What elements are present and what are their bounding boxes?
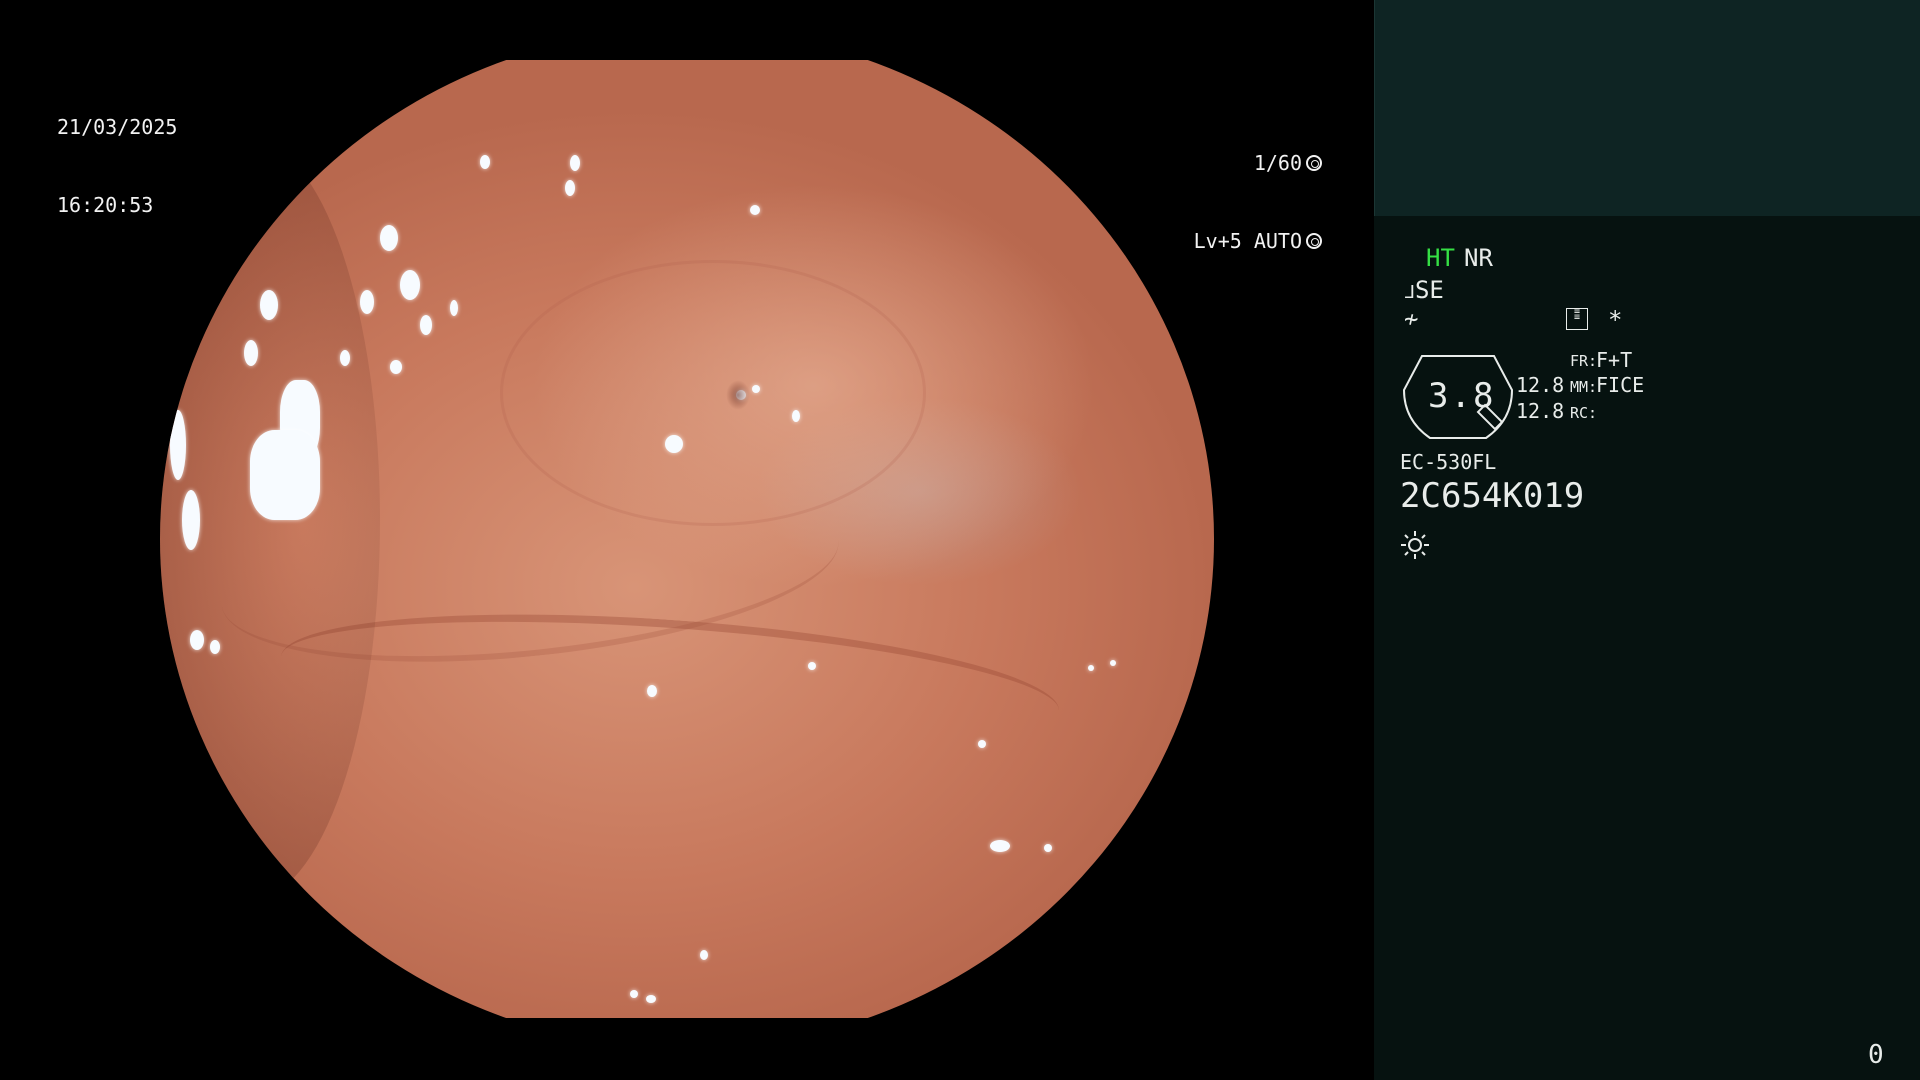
- level-row: Lv+5 AUTO: [1194, 228, 1322, 254]
- specular-highlight: [808, 662, 816, 670]
- asterisk-indicator: *: [1608, 306, 1623, 334]
- endoscope-video-area: 21/03/2025 16:20:53 1/60 Lv+5 AUTO: [0, 0, 1374, 1080]
- panel-body-area: [1374, 216, 1920, 1080]
- date-text: 21/03/2025: [57, 115, 178, 139]
- specular-highlight: [182, 490, 200, 550]
- lamp-icon: [1401, 531, 1429, 559]
- light-sensor-icon: ᒧ: [1404, 282, 1415, 303]
- exposure-info: 1/60 Lv+5 AUTO: [1194, 98, 1322, 306]
- rc-label: RC:: [1570, 404, 1598, 422]
- level-mode-text: Lv+5 AUTO: [1193, 229, 1302, 253]
- specular-highlight: [380, 225, 398, 251]
- specular-highlight: [170, 410, 186, 480]
- specular-highlight: [210, 640, 220, 654]
- scope-model: EC-530FL: [1400, 450, 1497, 474]
- param-value-bottom: 12.8: [1516, 399, 1565, 423]
- scope-serial: 2C654K019: [1400, 476, 1585, 516]
- specular-highlight: [190, 630, 204, 650]
- nr-mode-label: NR: [1464, 244, 1493, 272]
- specular-highlight: [480, 155, 490, 169]
- time-text: 16:20:53: [57, 193, 154, 217]
- specular-highlight: [260, 290, 278, 320]
- specular-highlight: [700, 950, 708, 960]
- endoscopic-image: [160, 60, 1214, 1018]
- shutter-icon: [1306, 155, 1322, 171]
- specular-highlight: [390, 360, 402, 374]
- specular-highlight: [360, 290, 374, 314]
- mm-value: FICE: [1596, 373, 1645, 397]
- structure-enhance-icon: ≡ ≡: [1566, 307, 1588, 330]
- shutter-speed-text: 1/60: [1253, 151, 1302, 175]
- se-indicator: ᒧSE: [1404, 276, 1444, 304]
- specular-highlight: [630, 990, 638, 998]
- shutter-row: 1/60: [1194, 150, 1322, 176]
- specular-highlight: [570, 155, 580, 171]
- specular-highlight: [420, 315, 432, 335]
- datetime-display: 21/03/2025 16:20:53: [57, 62, 177, 270]
- mucosal-pit: [726, 380, 750, 410]
- zoom-value: 3.8: [1428, 376, 1496, 416]
- specular-highlight: [752, 385, 760, 393]
- se-label: SE: [1414, 276, 1444, 304]
- specular-highlight: [647, 685, 657, 697]
- fr-value: F+T: [1596, 348, 1633, 372]
- specular-highlight: [1044, 844, 1052, 852]
- specular-highlight: [250, 430, 320, 520]
- iris-icon: [1306, 233, 1322, 249]
- specular-highlight: [646, 995, 656, 1003]
- specular-highlight: [665, 435, 683, 453]
- specular-highlight: [340, 350, 350, 366]
- ht-mode-label: HT: [1426, 244, 1455, 272]
- specular-highlight: [244, 340, 258, 366]
- specular-highlight: [1110, 660, 1116, 666]
- fr-label: FR:: [1570, 352, 1598, 370]
- specular-highlight: [1088, 665, 1094, 671]
- specular-highlight: [792, 410, 800, 422]
- frame-counter: 0: [1868, 1040, 1884, 1070]
- info-panel: HT NR ᒧSE ≁ ≡ ≡ * 3.8 12.8 12.8 FR: F+T M…: [1374, 0, 1920, 1080]
- panel-header-area: [1374, 0, 1920, 216]
- specular-highlight: [750, 205, 760, 215]
- mm-label: MM:: [1570, 378, 1598, 396]
- filter-icon: ≁: [1404, 305, 1419, 333]
- specular-highlight: [400, 270, 420, 300]
- specular-highlight: [565, 180, 575, 196]
- param-value-top: 12.8: [1516, 373, 1565, 397]
- specular-highlight: [978, 740, 986, 748]
- specular-highlight: [450, 300, 458, 316]
- mucosal-fold: [500, 260, 926, 526]
- specular-highlight: [990, 840, 1010, 852]
